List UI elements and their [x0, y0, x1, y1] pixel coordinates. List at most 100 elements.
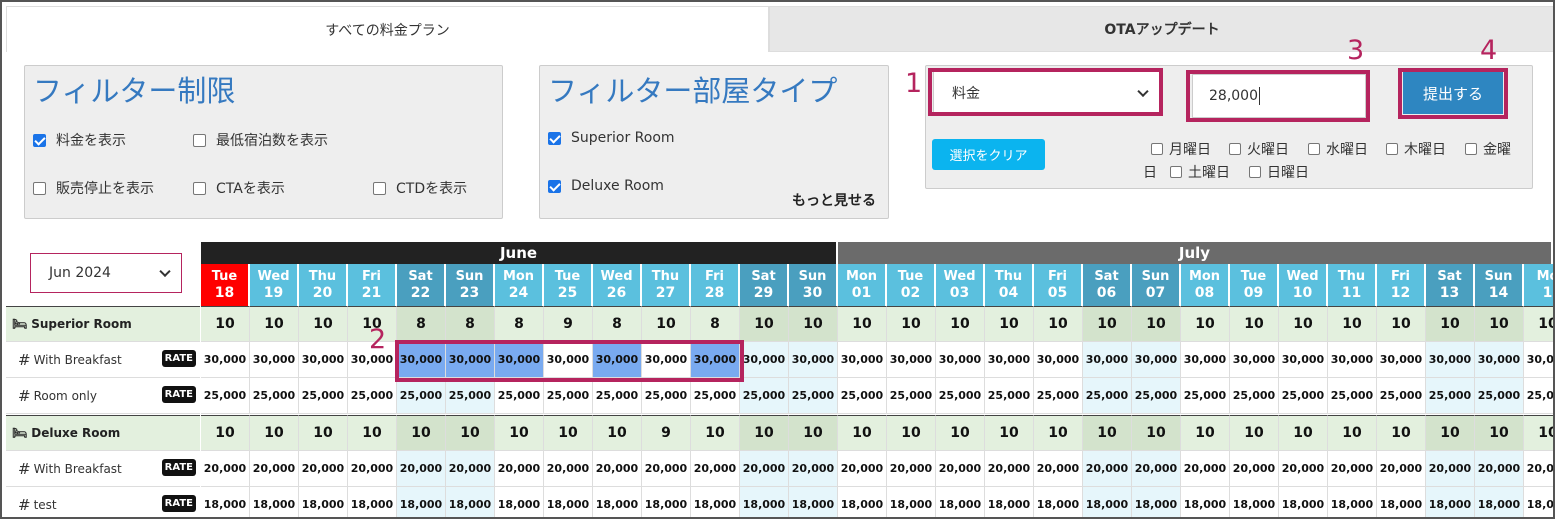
day-header[interactable]: Wed 26	[593, 264, 641, 306]
rate-button[interactable]: RATE	[161, 459, 196, 476]
availability-cell[interactable]: 8	[691, 306, 740, 342]
rate-cell[interactable]: 20,000	[691, 451, 740, 487]
checkbox-box[interactable]	[1249, 166, 1261, 178]
availability-cell[interactable]: 10	[250, 415, 299, 451]
tab-all-rate-plans[interactable]: すべての料金プラン	[6, 6, 769, 52]
rate-cell[interactable]: 18,000	[838, 487, 887, 517]
day-header[interactable]: Wed 03	[936, 264, 984, 306]
rate-cell[interactable]: 18,000	[1083, 487, 1132, 517]
rate-cell[interactable]: 25,000	[593, 378, 642, 414]
availability-cell[interactable]: 10	[1181, 306, 1230, 342]
rate-cell[interactable]: 25,000	[1377, 378, 1426, 414]
day-header[interactable]: Fri 21	[348, 264, 396, 306]
superior-room-checkbox[interactable]: Superior Room	[548, 130, 675, 146]
availability-cell[interactable]: 10	[740, 306, 789, 342]
weekday-friday[interactable]: 金曜	[1465, 139, 1511, 159]
day-header[interactable]: Thu 11	[1328, 264, 1376, 306]
availability-cell[interactable]: 10	[1426, 415, 1475, 451]
availability-cell[interactable]: 10	[691, 415, 740, 451]
rate-cell[interactable]: 18,000	[691, 487, 740, 517]
availability-cell[interactable]: 10	[348, 415, 397, 451]
day-header[interactable]: Mon 08	[1181, 264, 1229, 306]
tab-ota-update[interactable]: OTAアップデート	[769, 6, 1553, 52]
availability-cell[interactable]: 10	[936, 415, 985, 451]
availability-cell[interactable]: 10	[1083, 415, 1132, 451]
availability-cell[interactable]: 10	[789, 415, 838, 451]
day-header[interactable]: Sun 30	[789, 264, 837, 306]
day-header[interactable]: Fri 28	[691, 264, 739, 306]
rate-cell[interactable]: 25,000	[1524, 378, 1553, 414]
availability-cell[interactable]: 10	[1132, 415, 1181, 451]
rate-cell[interactable]: 25,000	[887, 378, 936, 414]
rate-cell[interactable]: 18,000	[544, 487, 593, 517]
rate-cell[interactable]: 20,000	[838, 451, 887, 487]
rate-cell[interactable]: 18,000	[1377, 487, 1426, 517]
rate-cell[interactable]: 20,000	[1034, 451, 1083, 487]
rate-button[interactable]: RATE	[161, 350, 196, 367]
rate-cell[interactable]: 25,000	[1328, 378, 1377, 414]
rate-cell[interactable]: 18,000	[1328, 487, 1377, 517]
availability-cell[interactable]: 10	[1377, 306, 1426, 342]
rate-cell[interactable]: 20,000	[544, 451, 593, 487]
availability-cell[interactable]: 10	[1475, 306, 1524, 342]
rate-cell[interactable]: 30,000	[1426, 342, 1475, 378]
rate-cell[interactable]: 20,000	[1475, 451, 1524, 487]
availability-cell[interactable]: 10	[1475, 415, 1524, 451]
rate-button[interactable]: RATE	[161, 386, 196, 403]
availability-cell[interactable]: 10	[1524, 306, 1553, 342]
rate-cell[interactable]: 18,000	[201, 487, 250, 517]
availability-cell[interactable]: 9	[544, 306, 593, 342]
checkbox-box[interactable]	[373, 181, 386, 195]
rate-cell[interactable]: 25,000	[1230, 378, 1279, 414]
rate-cell[interactable]: 20,000	[1279, 451, 1328, 487]
availability-cell[interactable]: 8	[495, 306, 544, 342]
rate-cell[interactable]: 20,000	[1426, 451, 1475, 487]
weekday-thursday[interactable]: 木曜日	[1386, 139, 1446, 159]
availability-cell[interactable]: 10	[1524, 415, 1553, 451]
day-header[interactable]: Fri 05	[1034, 264, 1082, 306]
day-header[interactable]: Sat 06	[1083, 264, 1131, 306]
rate-cell[interactable]: 30,000	[936, 342, 985, 378]
rate-cell[interactable]: 25,000	[642, 378, 691, 414]
rate-cell[interactable]: 20,000	[446, 451, 495, 487]
day-header[interactable]: Sun 23	[446, 264, 494, 306]
checkbox-box[interactable]	[548, 131, 561, 145]
availability-cell[interactable]: 10	[838, 306, 887, 342]
rate-cell[interactable]: 25,000	[1181, 378, 1230, 414]
availability-cell[interactable]: 10	[642, 306, 691, 342]
availability-cell[interactable]: 10	[1328, 306, 1377, 342]
rate-cell[interactable]: 25,000	[1132, 378, 1181, 414]
checkbox-box[interactable]	[33, 181, 46, 195]
weekday-tuesday[interactable]: 火曜日	[1229, 139, 1289, 159]
rate-cell[interactable]: 30,000	[1083, 342, 1132, 378]
rate-cell[interactable]: 30,000	[1475, 342, 1524, 378]
rate-cell[interactable]: 20,000	[201, 451, 250, 487]
day-header[interactable]: Sat 22	[397, 264, 445, 306]
availability-cell[interactable]: 10	[1328, 415, 1377, 451]
availability-cell[interactable]: 10	[1426, 306, 1475, 342]
rate-cell[interactable]: 20,000	[593, 451, 642, 487]
availability-cell[interactable]: 10	[985, 415, 1034, 451]
rate-cell[interactable]: 20,000	[495, 451, 544, 487]
availability-cell[interactable]: 10	[593, 415, 642, 451]
show-ctd-checkbox[interactable]: CTDを表示	[373, 178, 467, 198]
rate-cell[interactable]: 30,000	[1181, 342, 1230, 378]
checkbox-box[interactable]	[1151, 143, 1163, 155]
availability-cell[interactable]: 8	[446, 306, 495, 342]
rate-cell[interactable]: 25,000	[838, 378, 887, 414]
rate-cell[interactable]: 30,000	[1034, 342, 1083, 378]
rate-cell[interactable]: 18,000	[740, 487, 789, 517]
show-rate-checkbox[interactable]: 料金を表示	[33, 130, 126, 150]
rate-cell[interactable]: 25,000	[789, 378, 838, 414]
rate-cell[interactable]: 18,000	[1132, 487, 1181, 517]
day-header[interactable]: Tue 18	[201, 264, 249, 306]
rate-cell[interactable]: 18,000	[1230, 487, 1279, 517]
rate-cell[interactable]: 25,000	[740, 378, 789, 414]
rate-cell[interactable]: 30,000	[201, 342, 250, 378]
rate-cell[interactable]: 18,000	[1426, 487, 1475, 517]
rate-cell[interactable]: 30,000	[1377, 342, 1426, 378]
rate-cell[interactable]: 18,000	[397, 487, 446, 517]
rate-cell[interactable]: 18,000	[642, 487, 691, 517]
availability-cell[interactable]: 10	[299, 415, 348, 451]
rate-cell[interactable]: 25,000	[1426, 378, 1475, 414]
